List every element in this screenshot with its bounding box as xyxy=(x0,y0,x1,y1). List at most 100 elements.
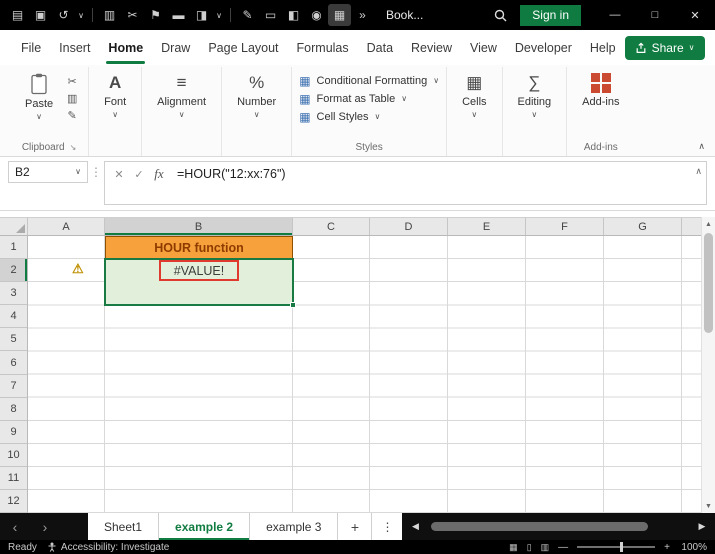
row-header-5[interactable]: 5 xyxy=(0,328,27,352)
row-header-10[interactable]: 10 xyxy=(0,444,27,467)
column-header-f[interactable]: F xyxy=(526,218,604,235)
cut-icon[interactable]: ✂ xyxy=(63,75,81,88)
sheet-tab-example-2[interactable]: example 2 xyxy=(159,513,251,540)
cell-B1[interactable]: HOUR function xyxy=(105,236,293,260)
row-header-2[interactable]: 2 xyxy=(0,259,27,283)
insert-function-icon[interactable]: fx xyxy=(149,164,169,184)
accessibility-status[interactable]: Accessibility: Investigate xyxy=(47,542,169,553)
sign-in-button[interactable]: Sign in xyxy=(520,4,581,26)
sheet-tab-example-3[interactable]: example 3 xyxy=(250,513,339,540)
column-header-c[interactable]: C xyxy=(293,218,370,235)
horizontal-scroll-track[interactable] xyxy=(427,522,690,531)
vertical-scrollbar[interactable]: ▲ ▼ xyxy=(701,217,715,513)
tab-review[interactable]: Review xyxy=(402,31,461,65)
error-warning-icon[interactable]: ⚠ xyxy=(72,262,84,276)
column-header-b[interactable]: B xyxy=(105,218,293,235)
tab-data[interactable]: Data xyxy=(358,31,402,65)
scroll-right-icon[interactable]: ▶ xyxy=(695,521,709,532)
row-header-8[interactable]: 8 xyxy=(0,398,27,421)
row-header-6[interactable]: 6 xyxy=(0,351,27,375)
zoom-slider-thumb[interactable] xyxy=(620,542,624,552)
maximize-button[interactable]: □ xyxy=(635,0,675,30)
undo-dropdown-icon[interactable]: ∨ xyxy=(75,4,87,26)
close-button[interactable]: ✕ xyxy=(675,0,715,30)
column-header-g[interactable]: G xyxy=(604,218,682,235)
formula-input[interactable]: =HOUR("12:xx:76") xyxy=(169,164,702,181)
tab-view[interactable]: View xyxy=(461,31,506,65)
row-header-4[interactable]: 4 xyxy=(0,305,27,329)
cell-B3[interactable] xyxy=(105,282,293,306)
conditional-formatting-button[interactable]: ▦ Conditional Formatting ∨ xyxy=(299,75,439,87)
tab-help[interactable]: Help xyxy=(581,31,625,65)
zoom-percentage[interactable]: 100% xyxy=(679,542,707,553)
tab-file[interactable]: File xyxy=(12,31,50,65)
number-button[interactable]: % Number ∨ xyxy=(229,67,284,119)
name-box[interactable]: B2 ∨ xyxy=(8,161,88,183)
tab-draw[interactable]: Draw xyxy=(152,31,199,65)
tab-formulas[interactable]: Formulas xyxy=(288,31,358,65)
row-header-7[interactable]: 7 xyxy=(0,375,27,398)
search-icon[interactable] xyxy=(486,9,514,22)
zoom-in-icon[interactable]: + xyxy=(664,542,670,553)
table-icon[interactable]: ▦ xyxy=(328,4,351,26)
horizontal-scroll-thumb[interactable] xyxy=(431,522,648,531)
sheet-tab-sheet1[interactable]: Sheet1 xyxy=(88,513,160,540)
horizontal-scrollbar[interactable]: ◀ ▶ xyxy=(402,513,715,540)
column-header-a[interactable]: A xyxy=(28,218,105,235)
tab-insert[interactable]: Insert xyxy=(50,31,99,65)
camera-icon[interactable]: ◉ xyxy=(305,4,328,26)
sheet-options-icon[interactable]: ⋮ xyxy=(372,513,403,540)
format-as-table-button[interactable]: ▦ Format as Table ∨ xyxy=(299,93,439,105)
addins-button[interactable]: Add-ins xyxy=(574,67,627,108)
column-header-e[interactable]: E xyxy=(448,218,526,235)
sheet-nav-right-icon[interactable]: › xyxy=(30,513,60,540)
font-button[interactable]: A Font ∨ xyxy=(96,67,134,119)
collapse-ribbon-icon[interactable]: ∧ xyxy=(698,141,705,152)
paste-button[interactable]: Paste ∨ xyxy=(17,67,61,121)
dialog-launcher-icon[interactable]: ↘ xyxy=(70,143,77,152)
alignment-button[interactable]: ≡ Alignment ∨ xyxy=(149,67,214,119)
zoom-slider[interactable] xyxy=(577,542,656,552)
cancel-icon[interactable]: ✕ xyxy=(109,164,129,184)
row-header-3[interactable]: 3 xyxy=(0,282,27,306)
new-sheet-button[interactable]: + xyxy=(338,513,373,540)
editing-button[interactable]: ∑ Editing ∨ xyxy=(510,67,560,119)
minimize-button[interactable]: — xyxy=(595,0,635,30)
overflow-icon[interactable]: » xyxy=(351,4,374,26)
app-menu-icon[interactable]: ▤ xyxy=(6,4,29,26)
cut-icon[interactable]: ✂ xyxy=(121,4,144,26)
select-all-corner[interactable] xyxy=(0,218,28,235)
row-header-9[interactable]: 9 xyxy=(0,421,27,444)
copy-icon[interactable]: ▥ xyxy=(63,92,81,105)
row-header-12[interactable]: 12 xyxy=(0,490,27,513)
shape-icon[interactable]: ◨ xyxy=(190,4,213,26)
vertical-scroll-thumb[interactable] xyxy=(704,233,713,333)
draw-icon[interactable]: ✎ xyxy=(236,4,259,26)
cells-area[interactable]: HOUR function #VALUE! ⚠ xyxy=(28,236,701,513)
cell-B2[interactable]: #VALUE! xyxy=(105,259,293,283)
scroll-up-icon[interactable]: ▲ xyxy=(702,217,715,231)
format-painter-icon[interactable]: ✎ xyxy=(63,109,81,122)
page-icon[interactable]: ▭ xyxy=(259,4,282,26)
tab-developer[interactable]: Developer xyxy=(506,31,581,65)
page-break-view-icon[interactable]: ▥ xyxy=(541,542,550,553)
share-button[interactable]: Share ∨ xyxy=(624,35,705,60)
highlighter-icon[interactable]: ▬ xyxy=(167,4,190,26)
zoom-out-icon[interactable]: — xyxy=(558,542,568,553)
fill-handle[interactable] xyxy=(290,302,296,309)
clipboard-icon[interactable]: ▥ xyxy=(98,4,121,26)
sheet-nav-left-icon[interactable]: ‹ xyxy=(0,513,30,540)
stamp-icon[interactable]: ◧ xyxy=(282,4,305,26)
page-layout-view-icon[interactable]: ▯ xyxy=(527,542,532,553)
dropdown-icon[interactable]: ∨ xyxy=(213,4,225,26)
scroll-down-icon[interactable]: ▼ xyxy=(702,499,715,513)
row-header-11[interactable]: 11 xyxy=(0,467,27,491)
enter-icon[interactable]: ✓ xyxy=(129,164,149,184)
tab-home[interactable]: Home xyxy=(99,31,152,65)
row-header-1[interactable]: 1 xyxy=(0,236,27,260)
cell-styles-button[interactable]: ▦ Cell Styles ∨ xyxy=(299,111,439,123)
collapse-formula-bar-icon[interactable]: ∧ xyxy=(695,166,702,177)
undo-icon[interactable]: ↺ xyxy=(52,4,75,26)
cells-button[interactable]: ▦ Cells ∨ xyxy=(454,67,494,119)
column-header-d[interactable]: D xyxy=(370,218,448,235)
